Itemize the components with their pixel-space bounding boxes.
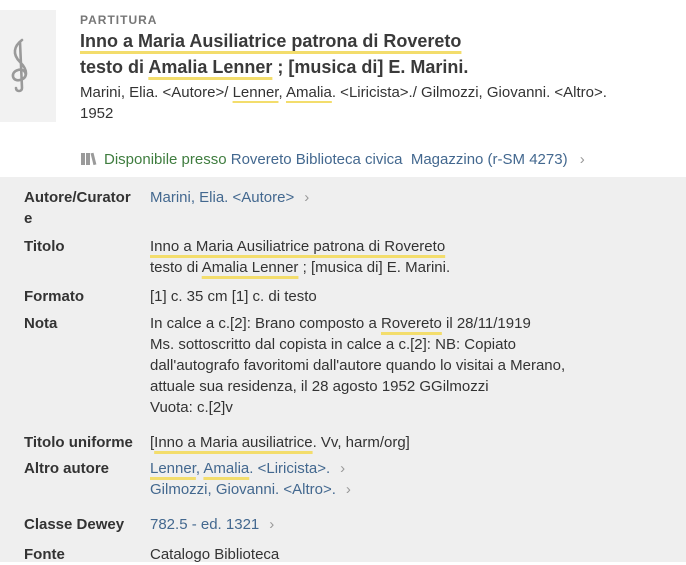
- chevron-right-icon: ›: [579, 151, 585, 168]
- dewey-label: Classe Dewey: [24, 516, 125, 533]
- record-year: 1952: [80, 105, 114, 122]
- book-icon: [81, 152, 97, 166]
- other1-part-d: . <Liricista>.: [249, 460, 331, 477]
- authors-part-e: . <Liricista>./ Gilmozzi, Giovanni. <Alt…: [331, 84, 607, 101]
- authors-part-d: Amalia: [285, 84, 332, 101]
- availability-library: Rovereto Biblioteca civica: [230, 151, 403, 168]
- uniform-title-value: [Inno a Maria ausiliatrice. Vv, harm/org…: [150, 432, 665, 453]
- format-value: [1] c. 35 cm [1] c. di testo: [150, 288, 317, 305]
- note-line1a: In calce a c.[2]: Brano composto a: [150, 315, 381, 332]
- authors-part-a: Marini, Elia. <Autore>/: [80, 84, 233, 101]
- other-author-link-1[interactable]: Lenner, Amalia. <Liricista>.: [150, 460, 330, 477]
- availability-location: Magazzino (r-SM 4273): [410, 151, 568, 168]
- record-authors: Marini, Elia. <Autore>/ Lenner, Amalia. …: [80, 82, 686, 103]
- other-author-label: Altro autore: [24, 460, 110, 477]
- title-line-2b: Amalia Lenner: [148, 57, 273, 77]
- author-label: Autore/Curator e: [24, 189, 131, 227]
- details-panel: Autore/Curator e Marini, Elia. <Autore> › …: [0, 177, 686, 563]
- other-author-link-2[interactable]: Gilmozzi, Giovanni. <Altro>.: [150, 481, 336, 498]
- authors-part-b: Lenner: [232, 84, 279, 101]
- chevron-right-icon: ›: [304, 189, 310, 206]
- uniform-title-label: Titolo uniforme: [24, 434, 133, 451]
- uniform-part-b: Inno a Maria ausiliatrice: [154, 434, 313, 451]
- author-link[interactable]: Marini, Elia. <Autore>: [150, 189, 294, 206]
- material-type: PARTITURA: [80, 13, 158, 27]
- author-value: Marini, Elia. <Autore> ›: [150, 187, 665, 208]
- chevron-right-icon: ›: [340, 460, 346, 477]
- availability-status: Disponibile presso: [104, 151, 227, 168]
- note-line1b: Rovereto: [380, 315, 442, 332]
- note-value: In calce a c.[2]: Brano composto a Rover…: [150, 313, 665, 418]
- dewey-value: 782.5 - ed. 1321 ›: [150, 514, 665, 535]
- title-value-line2a: testo di: [150, 259, 202, 276]
- chevron-right-icon: ›: [269, 516, 275, 533]
- title-value-line2c: ; [musica di] E. Marini.: [298, 259, 451, 276]
- note-line1c: il 28/11/1919: [441, 315, 531, 332]
- title-value: Inno a Maria Ausiliatrice patrona di Rov…: [150, 236, 665, 278]
- title-line-2a: testo di: [80, 57, 149, 77]
- title-value-line1: Inno a Maria Ausiliatrice patrona di Rov…: [150, 238, 446, 255]
- title-line-1[interactable]: Inno a Maria Ausiliatrice patrona di Rov…: [80, 31, 461, 51]
- format-label: Formato: [24, 288, 84, 305]
- record-title[interactable]: Inno a Maria Ausiliatrice patrona di Rov…: [80, 28, 686, 80]
- other1-part-c: Amalia: [203, 460, 250, 477]
- note-line3: dall'autografo favoritomi dall'autore qu…: [150, 357, 566, 374]
- title-label: Titolo: [24, 238, 65, 255]
- uniform-part-c: . Vv, harm/org]: [312, 434, 410, 451]
- note-label: Nota: [24, 315, 58, 332]
- score-thumbnail[interactable]: [0, 10, 56, 122]
- availability-link[interactable]: Disponibile presso Rovereto Biblioteca c…: [80, 150, 585, 170]
- other1-part-a: Lenner: [150, 460, 196, 477]
- chevron-right-icon: ›: [345, 481, 351, 498]
- note-line2: Ms. sottoscritto dal copista in calce a …: [150, 336, 516, 353]
- note-line4: attuale sua residenza, il 28 agosto 1952…: [150, 378, 489, 395]
- title-line-2c: ; [musica di] E. Marini.: [272, 57, 469, 77]
- dewey-link[interactable]: 782.5 - ed. 1321: [150, 516, 259, 533]
- authors-part-c: ,: [278, 84, 286, 101]
- treble-clef-icon: [11, 38, 28, 93]
- record-header: PARTITURA Inno a Maria Ausiliatrice patr…: [80, 12, 686, 124]
- other-author-values: Lenner, Amalia. <Liricista>. › Gilmozzi, …: [150, 458, 665, 500]
- title-value-line2b: Amalia Lenner: [201, 259, 299, 276]
- note-line5: Vuota: c.[2]v: [150, 399, 233, 416]
